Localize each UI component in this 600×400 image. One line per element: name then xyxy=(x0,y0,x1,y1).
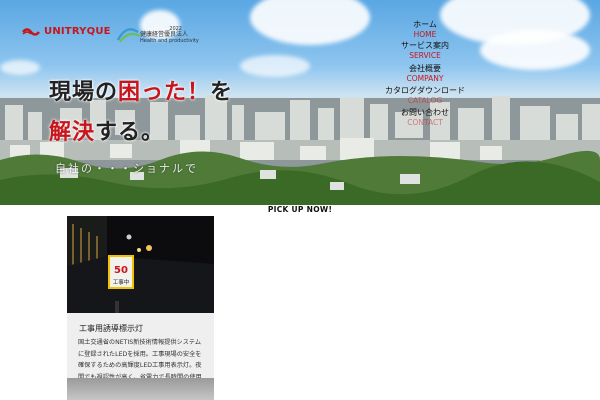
nav-contact[interactable]: お問い合わせ CONTACT xyxy=(370,108,480,127)
hero-heading-line2: 解決する。 xyxy=(49,120,165,145)
hero-subtitle: 自社の・・・ショナルで xyxy=(55,162,198,175)
pickup-section-title: PICK UP NOW! xyxy=(267,205,333,214)
hero-banner: UNITRYQUE 2022 健康経営優良法人 Health and produ… xyxy=(0,0,600,205)
brand-logo[interactable]: UNITRYQUE xyxy=(22,26,111,37)
nav-company[interactable]: 会社概要 COMPANY xyxy=(370,64,480,83)
unitryque-mark-icon xyxy=(22,27,40,36)
city-skyline xyxy=(0,95,600,205)
nav-service[interactable]: サービス案内 SERVICE xyxy=(370,41,480,60)
health-cert-label: 2022 健康経営優良法人 Health and productivity xyxy=(140,26,199,44)
card-image: 50 工事中 xyxy=(67,216,214,313)
pickup-card-2[interactable] xyxy=(67,378,214,400)
hero-heading-line1: 現場の困った！を xyxy=(49,80,234,105)
card-title: 工事用誘導標示灯 xyxy=(79,324,143,333)
sign-label-text: 工事中 xyxy=(113,278,130,286)
nav-home[interactable]: ホーム HOME xyxy=(370,20,480,39)
sign-speed-text: 50 xyxy=(114,265,128,276)
nav-catalog[interactable]: カタログダウンロード CATALOG xyxy=(370,86,480,105)
brand-name: UNITRYQUE xyxy=(44,26,111,37)
pickup-card[interactable]: 50 工事中 工事用誘導標示灯 国土交通省のNETIS新技術情報提供システムに登… xyxy=(67,216,214,400)
